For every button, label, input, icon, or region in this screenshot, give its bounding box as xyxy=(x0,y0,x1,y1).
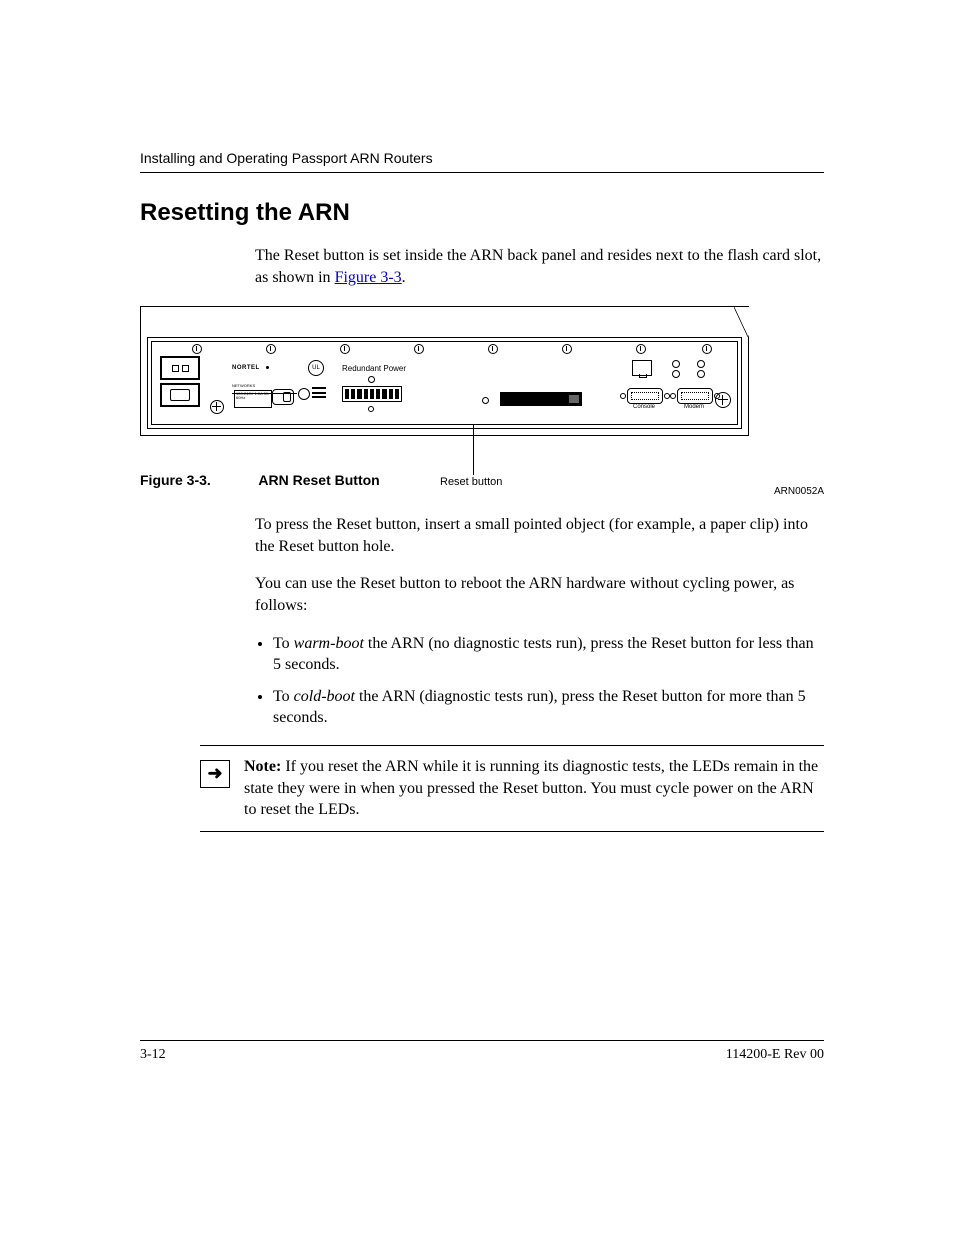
power-block xyxy=(160,356,208,418)
figure-caption-title: ARN Reset Button xyxy=(258,472,379,488)
bullet2-a: To xyxy=(273,688,294,705)
body-block: To press the Reset button, insert a smal… xyxy=(255,514,824,729)
callout-leader-line xyxy=(473,425,474,475)
screw-icon xyxy=(266,344,276,354)
note-body: If you reset the ARN while it is running… xyxy=(244,758,818,818)
vent-icon xyxy=(312,387,326,398)
page: Installing and Operating Passport ARN Ro… xyxy=(0,0,954,1235)
body-paragraph-1: To press the Reset button, insert a smal… xyxy=(255,514,824,557)
bullet1-a: To xyxy=(273,635,294,652)
page-footer: 3-12 114200-E Rev 00 xyxy=(140,1040,824,1063)
flash-card-slot-icon xyxy=(342,386,402,402)
footer-rule xyxy=(140,1040,824,1041)
screw-icon xyxy=(562,344,572,354)
note-block: ➜ Note: If you reset the ARN while it is… xyxy=(200,745,824,832)
brand-label: NORTEL xyxy=(232,365,260,371)
reset-button-hole-icon xyxy=(482,397,489,404)
note-text: Note: If you reset the ARN while it is r… xyxy=(244,756,824,821)
screw-icon xyxy=(488,344,498,354)
modem-label: Modem xyxy=(677,404,711,410)
reset-button-callout: Reset button xyxy=(440,476,502,488)
page-number: 3-12 xyxy=(140,1047,166,1063)
body-paragraph-2: You can use the Reset button to reboot t… xyxy=(255,573,824,616)
note-label: Note: xyxy=(244,758,281,775)
screw-icon xyxy=(340,344,350,354)
bullet2-emphasis: cold-boot xyxy=(294,688,355,705)
figure-3-3: NORTEL NETWORKS UL 100-240V 1.0A 50-60Hz… xyxy=(140,306,824,436)
cert-mark2-icon xyxy=(298,388,310,400)
intro-block: The Reset button is set inside the ARN b… xyxy=(255,245,824,288)
console-label: Console xyxy=(627,404,661,410)
figure-reference-link[interactable]: Figure 3-3 xyxy=(335,269,402,286)
screw-row xyxy=(162,344,727,354)
screw-icon xyxy=(414,344,424,354)
led-icon xyxy=(368,406,374,412)
intro-paragraph: The Reset button is set inside the ARN b… xyxy=(255,245,824,288)
screw-icon xyxy=(636,344,646,354)
figure-caption-label: Figure 3-3. xyxy=(140,472,255,488)
brand-sub-label: NETWORKS xyxy=(232,383,255,388)
screw-icon xyxy=(192,344,202,354)
power-outlet-icon xyxy=(160,356,200,380)
list-item: To warm-boot the ARN (no diagnostic test… xyxy=(273,633,824,676)
fan-icon xyxy=(210,400,224,414)
led-stack-icon xyxy=(697,360,707,378)
running-head: Installing and Operating Passport ARN Ro… xyxy=(140,150,824,166)
section-title: Resetting the ARN xyxy=(140,199,824,227)
procedure-list: To warm-boot the ARN (no diagnostic test… xyxy=(255,633,824,729)
redundant-power-label: Redundant Power xyxy=(342,364,406,373)
screw-icon xyxy=(702,344,712,354)
vendor-badge: NORTEL NETWORKS xyxy=(232,356,302,382)
intro-text-b: . xyxy=(402,269,406,286)
modem-port-icon xyxy=(677,388,713,404)
power-inlet-icon xyxy=(160,383,200,407)
header-rule xyxy=(140,172,824,173)
document-revision: 114200-E Rev 00 xyxy=(726,1047,824,1063)
bullet1-emphasis: warm-boot xyxy=(294,635,364,652)
arn-back-panel-diagram: NORTEL NETWORKS UL 100-240V 1.0A 50-60Hz… xyxy=(140,306,749,436)
led-icon xyxy=(368,376,375,383)
cert-mark-icon: UL xyxy=(308,360,324,376)
figure-id: ARN0052A xyxy=(774,486,824,497)
power-spec-label: 100-240V 1.0A 50-60Hz xyxy=(234,390,272,408)
list-item: To cold-boot the ARN (diagnostic tests r… xyxy=(273,686,824,729)
note-arrow-icon: ➜ xyxy=(200,760,230,788)
ethernet-port-icon xyxy=(632,360,652,376)
expansion-slot-icon xyxy=(500,392,582,406)
led-stack-icon xyxy=(672,360,682,378)
fan-icon xyxy=(715,392,731,408)
console-port-icon xyxy=(627,388,663,404)
power-switch-icon xyxy=(272,389,294,405)
